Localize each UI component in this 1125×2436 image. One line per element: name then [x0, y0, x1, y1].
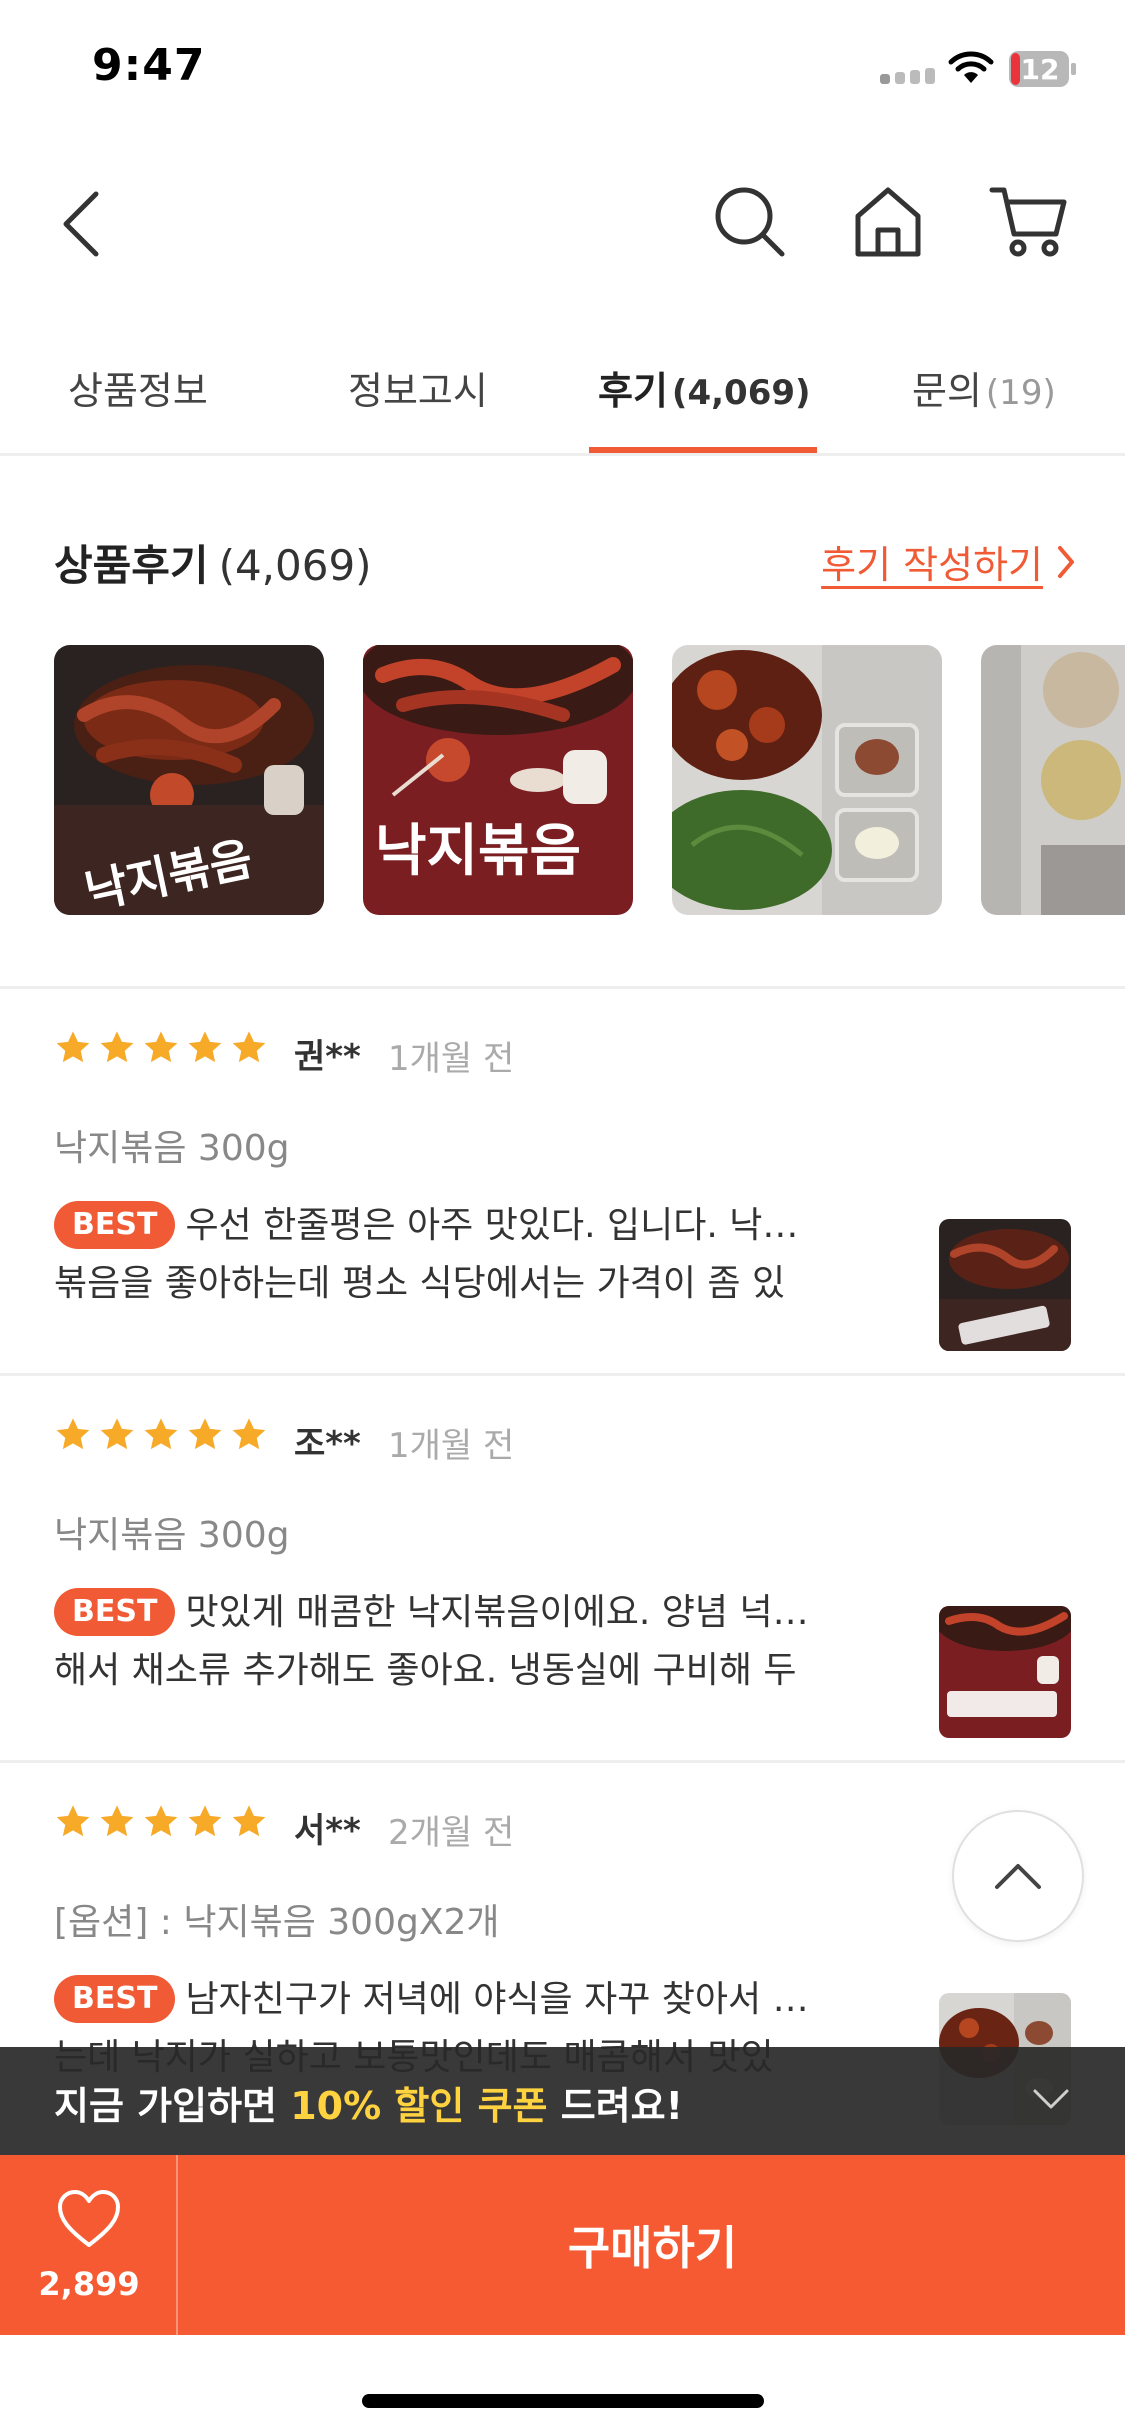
photo-label: 낙지볶음 [375, 819, 581, 884]
home-icon[interactable] [850, 182, 926, 262]
review-text-line-1: 맛있게 매콤한 낙지볶음이에요. 양념 넉… [185, 1592, 809, 1633]
star-icon [100, 1418, 134, 1450]
best-badge: BEST [54, 1201, 176, 1249]
review-date: 2개월 전 [388, 1813, 515, 1853]
status-time: 9:47 [92, 40, 206, 91]
star-icon [56, 1418, 90, 1450]
chevron-down-icon[interactable] [1031, 2087, 1071, 2111]
like-count: 2,899 [38, 2265, 140, 2303]
star-icon [188, 1031, 222, 1063]
tab-label: 문의 [912, 369, 982, 413]
heart-icon [58, 2190, 120, 2247]
review-text: BEST 맛있게 매콤한 낙지볶음이에요. 양념 넉… 해서 채소류 추가해도 좋… [54, 1584, 854, 1700]
review-thumbnail[interactable] [939, 1219, 1071, 1351]
review-date: 1개월 전 [388, 1039, 515, 1079]
review-title-count: (4,069) [218, 541, 372, 590]
star-icon [56, 1031, 90, 1063]
nav-bar [0, 170, 1125, 280]
star-icon [232, 1805, 266, 1837]
reviewer-name: 서** [294, 1811, 361, 1851]
tab-label: 정보고시 [348, 369, 488, 413]
review-text: BEST 우선 한줄평은 아주 맛있다. 입니다. 낙… 볶음을 좋아하는데 평소… [54, 1197, 854, 1313]
buy-button[interactable]: 구매하기 [180, 2155, 1125, 2335]
review-photo[interactable]: 낙지볶음 [363, 645, 633, 915]
coupon-text: 지금 가입하면 10% 할인 쿠폰 드려요! [54, 2075, 683, 2130]
tab-reviews[interactable]: 후기 (4,069) [598, 360, 811, 415]
battery-level: 12 [1020, 53, 1060, 86]
write-review-link[interactable]: 후기 작성하기 [821, 534, 1075, 589]
coupon-suffix: 드려요! [547, 2084, 683, 2128]
cart-icon[interactable] [988, 182, 1068, 262]
coupon-prefix: 지금 가입하면 [54, 2084, 291, 2128]
review-section-header: 상품후기 (4,069) 후기 작성하기 [0, 520, 1125, 600]
review-section-title: 상품후기 (4,069) [54, 532, 372, 593]
review-photo[interactable]: 낙지볶음 [54, 645, 324, 915]
product-option: [옵션] : 낙지볶음 300gX2개 [54, 1902, 500, 1943]
product-option: 낙지볶음 300g [54, 1515, 290, 1556]
star-icon [56, 1805, 90, 1837]
tab-count: (19) [985, 373, 1056, 413]
tab-label: 상품정보 [68, 369, 208, 413]
coupon-highlight: 10% 할인 쿠폰 [290, 2084, 548, 2128]
star-icon [188, 1418, 222, 1450]
battery-icon: 12 [1008, 50, 1078, 88]
review-text-line-2: 볶음을 좋아하는데 평소 식당에서는 가격이 좀 있 [54, 1263, 786, 1304]
chevron-right-icon [1058, 545, 1074, 578]
review-text-line-2: 해서 채소류 추가해도 좋아요. 냉동실에 구비해 두 [54, 1650, 797, 1691]
chevron-up-icon [995, 1864, 1041, 1889]
product-tabs: 상품정보 정보고시 후기 (4,069) 문의 (19) [0, 330, 1125, 456]
product-option: 낙지볶음 300g [54, 1128, 290, 1169]
scroll-to-top-button[interactable] [952, 1810, 1084, 1942]
star-icon [144, 1805, 178, 1837]
tab-label: 후기 [598, 369, 668, 413]
purchase-bar: 2,899 구매하기 [0, 2155, 1125, 2335]
star-icon [232, 1418, 266, 1450]
best-badge: BEST [54, 1588, 176, 1636]
back-icon[interactable] [56, 186, 106, 262]
wifi-icon [948, 51, 994, 83]
review-thumbnail[interactable] [939, 1606, 1071, 1738]
review-text-line: BEST 우선 한줄평은 아주 맛있다. 입니다. 낙… [54, 1197, 854, 1255]
product-review-screen: 9:47 12 상품정보 정보고시 후기 (4,069) 문의 (19) 상품후… [0, 0, 1125, 2436]
star-rating [54, 1416, 268, 1454]
star-icon [144, 1031, 178, 1063]
star-icon [232, 1031, 266, 1063]
review-date: 1개월 전 [388, 1426, 515, 1466]
review-text-line: BEST 남자친구가 저녁에 야식을 자꾸 찾아서 … [54, 1971, 854, 2029]
star-icon [100, 1805, 134, 1837]
like-button[interactable]: 2,899 [0, 2155, 178, 2335]
review-text-line-1: 우선 한줄평은 아주 맛있다. 입니다. 낙… [185, 1205, 799, 1246]
tab-inquiry[interactable]: 문의 (19) [912, 360, 1056, 415]
search-icon[interactable] [710, 182, 790, 262]
tab-count: (4,069) [671, 373, 811, 413]
review-item[interactable]: 조** 1개월 전 낙지볶음 300g BEST 맛있게 매콤한 낙지볶음이에요.… [0, 1376, 1125, 1761]
star-icon [100, 1031, 134, 1063]
review-item[interactable]: 권** 1개월 전 낙지볶음 300g BEST 우선 한줄평은 아주 맛있다. … [0, 989, 1125, 1374]
best-badge: BEST [54, 1975, 176, 2023]
review-text-line-1: 남자친구가 저녁에 야식을 자꾸 찾아서 … [185, 1979, 809, 2020]
review-photo[interactable] [672, 645, 942, 915]
star-rating [54, 1803, 268, 1841]
signal-icon [880, 62, 936, 84]
star-icon [144, 1418, 178, 1450]
status-bar: 9:47 12 [0, 0, 1125, 140]
review-photo[interactable] [981, 645, 1125, 915]
tab-info-notice[interactable]: 정보고시 [348, 360, 488, 415]
review-title-label: 상품후기 [54, 541, 209, 590]
star-icon [188, 1805, 222, 1837]
home-indicator[interactable] [362, 2394, 764, 2408]
tab-product-info[interactable]: 상품정보 [68, 360, 208, 415]
write-review-label: 후기 작성하기 [821, 543, 1043, 587]
active-tab-indicator [589, 447, 817, 453]
reviewer-name: 권** [294, 1037, 361, 1077]
review-photo-strip[interactable]: 낙지볶음 낙지볶음 [0, 645, 1125, 915]
reviewer-name: 조** [294, 1424, 361, 1464]
review-text-line: BEST 맛있게 매콤한 낙지볶음이에요. 양념 넉… [54, 1584, 854, 1642]
signup-coupon-banner[interactable]: 지금 가입하면 10% 할인 쿠폰 드려요! [0, 2047, 1125, 2155]
star-rating [54, 1029, 268, 1067]
